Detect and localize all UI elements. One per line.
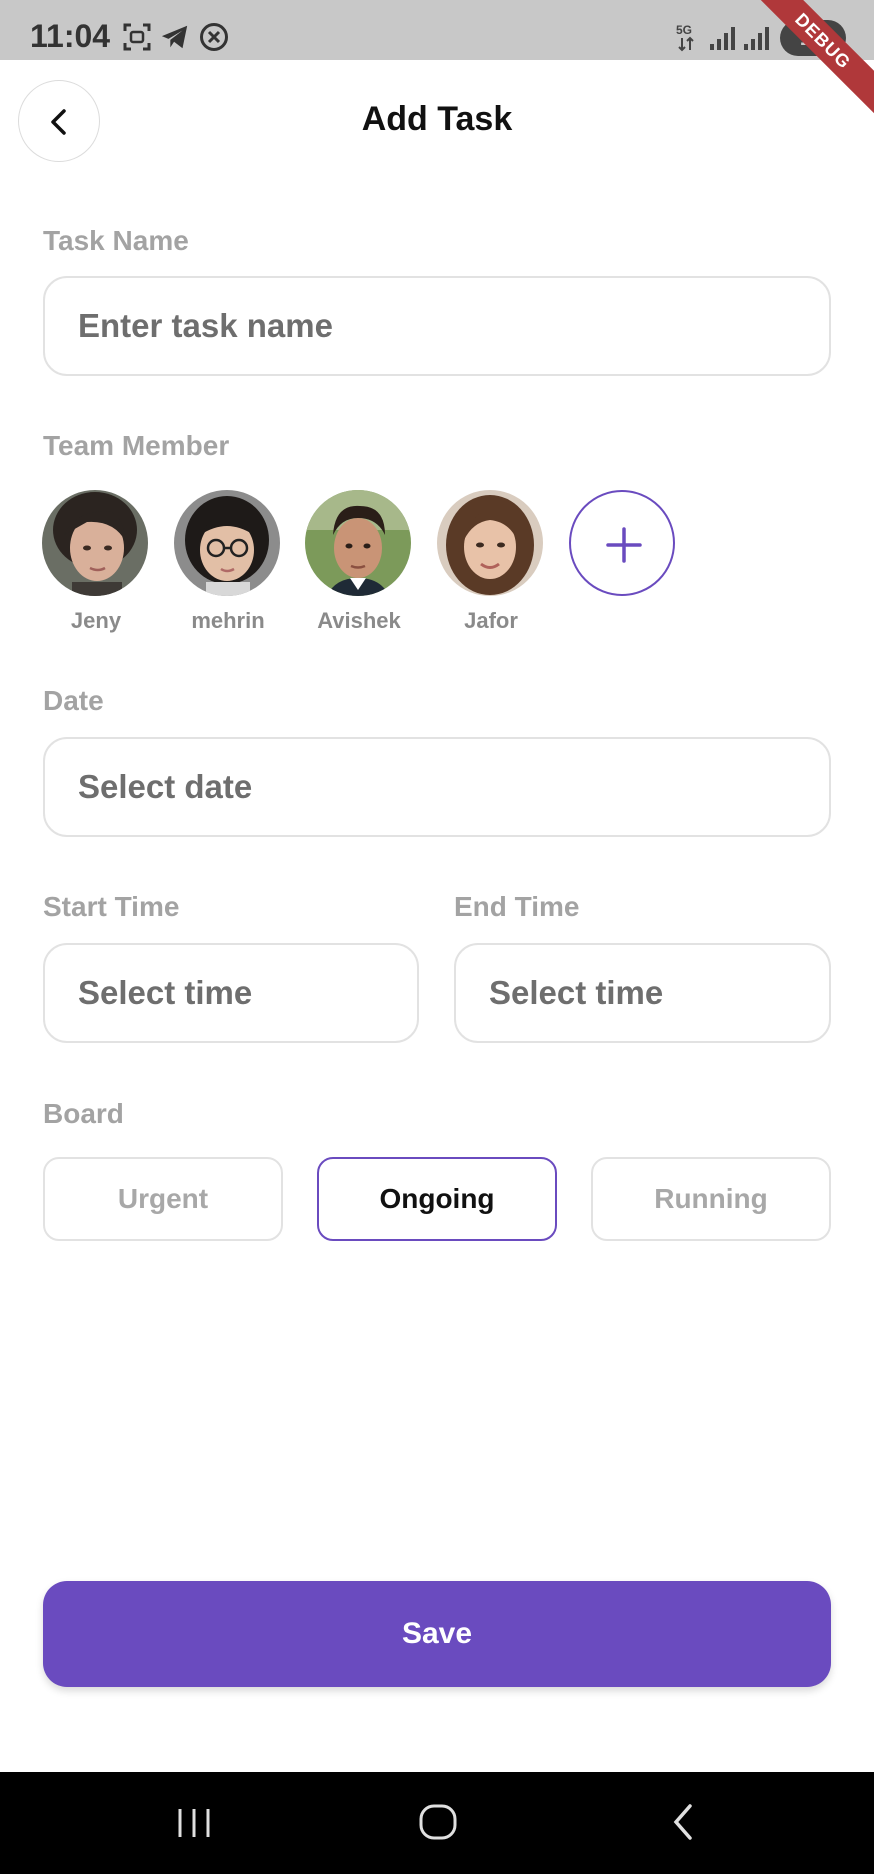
member-mehrin[interactable]: mehrin — [174, 490, 282, 634]
avatar — [42, 490, 148, 596]
board-label: Board — [43, 1098, 124, 1129]
status-time: 11:04 — [30, 18, 111, 54]
end-time-placeholder: Select time — [489, 974, 664, 1011]
avatar — [437, 490, 543, 596]
screenshot-icon — [123, 23, 151, 51]
team-member-label: Team Member — [43, 430, 230, 461]
start-time-field[interactable]: Select time — [43, 943, 419, 1043]
home-icon[interactable] — [418, 1802, 458, 1842]
signal-icon — [710, 27, 735, 50]
add-member-button[interactable] — [569, 490, 675, 596]
member-name: Avishek — [317, 608, 401, 633]
svg-text:5G: 5G — [676, 23, 692, 37]
task-name-placeholder: Enter task name — [78, 307, 333, 344]
end-time-field[interactable]: Select time — [454, 943, 831, 1043]
member-jeny[interactable]: Jeny — [42, 490, 150, 634]
member-name: Jeny — [70, 608, 122, 633]
start-time-placeholder: Select time — [78, 974, 253, 1011]
board-option-urgent[interactable]: Urgent — [43, 1157, 283, 1241]
navigation-bar — [0, 1772, 874, 1874]
board-option-ongoing[interactable]: Ongoing — [317, 1157, 557, 1241]
member-avishek[interactable]: Avishek — [305, 490, 413, 634]
date-placeholder: Select date — [78, 768, 253, 805]
date-label: Date — [43, 685, 104, 716]
recent-apps-icon[interactable] — [176, 1806, 212, 1840]
avatar — [174, 490, 280, 596]
date-field[interactable]: Select date — [43, 737, 831, 837]
back-nav-icon[interactable] — [668, 1802, 698, 1842]
task-name-label: Task Name — [43, 225, 189, 256]
signal-icon — [744, 27, 769, 50]
member-jafor[interactable]: Jafor — [437, 490, 545, 634]
task-name-input[interactable]: Enter task name — [43, 276, 831, 376]
blocked-icon — [200, 23, 228, 51]
status-bar: 11:04 5G 10 DEBUG — [0, 0, 874, 119]
plus-icon — [606, 527, 642, 563]
save-button[interactable]: Save — [43, 1581, 831, 1687]
end-time-label: End Time — [454, 891, 580, 922]
page-title: Add Task — [361, 100, 513, 138]
member-name: mehrin — [191, 608, 265, 633]
start-time-label: Start Time — [43, 891, 180, 922]
board-option-running[interactable]: Running — [591, 1157, 831, 1241]
member-name: Jafor — [464, 608, 518, 633]
telegram-icon — [161, 25, 188, 49]
5g-icon: 5G — [676, 23, 694, 52]
avatar — [305, 490, 411, 596]
